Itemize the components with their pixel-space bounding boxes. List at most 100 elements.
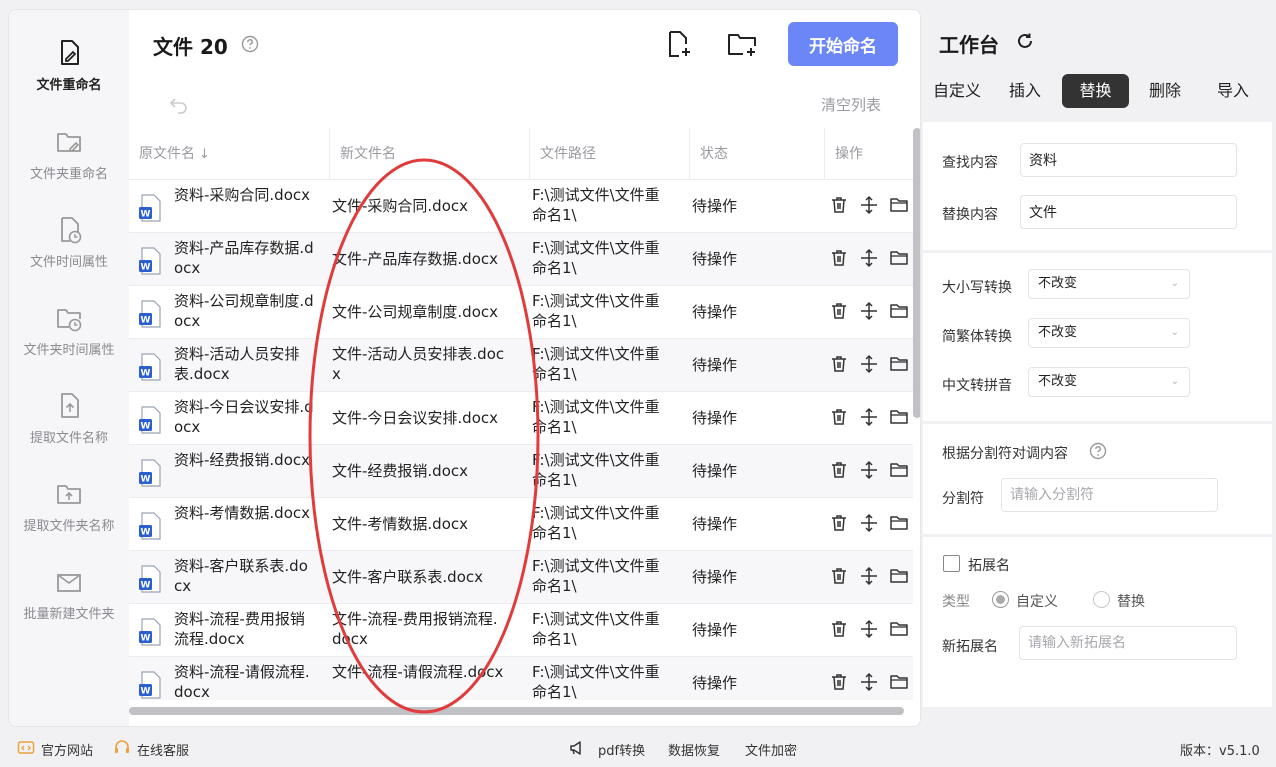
- delete-icon[interactable]: [829, 195, 849, 215]
- type-custom-radio[interactable]: [992, 591, 1009, 608]
- help-icon[interactable]: [241, 35, 259, 53]
- nav-item-folder-time[interactable]: 文件夹时间属性: [9, 303, 129, 383]
- data-recovery-link[interactable]: 数据恢复: [668, 740, 720, 759]
- nav-item-batch-new-folder[interactable]: 批量新建文件夹: [9, 567, 129, 647]
- extension-checkbox[interactable]: [943, 555, 960, 572]
- clear-list-button[interactable]: 清空列表: [821, 94, 881, 115]
- pinyin-select[interactable]: 不改变 ⌄: [1028, 367, 1190, 397]
- status-cell: 待操作: [692, 356, 738, 374]
- tab-custom[interactable]: 自定义: [927, 74, 987, 108]
- status-cell: 待操作: [692, 515, 738, 533]
- move-icon[interactable]: [859, 513, 879, 533]
- separator-input[interactable]: [1001, 478, 1218, 512]
- vertical-scrollbar[interactable]: [913, 128, 920, 418]
- status-cell: 待操作: [692, 568, 738, 586]
- nav-item-file-time[interactable]: 文件时间属性: [9, 215, 129, 295]
- svg-text:W: W: [141, 210, 151, 220]
- nav-item-extract-file-name[interactable]: 提取文件名称: [9, 391, 129, 471]
- tab-insert[interactable]: 插入: [995, 74, 1055, 108]
- open-folder-icon[interactable]: [889, 195, 909, 215]
- delete-icon[interactable]: [829, 354, 849, 374]
- start-rename-button[interactable]: 开始命名: [788, 22, 898, 66]
- delete-icon[interactable]: [829, 407, 849, 427]
- help-icon[interactable]: [1089, 442, 1107, 460]
- delete-icon[interactable]: [829, 460, 849, 480]
- find-label: 查找内容: [942, 155, 998, 171]
- separator-card: 根据分割符对调内容 分割符: [923, 424, 1272, 534]
- tab-delete[interactable]: 删除: [1135, 74, 1195, 108]
- path-cell: F:\测试文件\文件重命名1\: [532, 557, 660, 595]
- word-document-icon: W: [139, 194, 161, 222]
- sort-arrow-icon[interactable]: ↓: [199, 147, 210, 162]
- horizontal-scrollbar[interactable]: [129, 707, 904, 715]
- move-icon[interactable]: [859, 354, 879, 374]
- open-folder-icon[interactable]: [889, 566, 909, 586]
- move-icon[interactable]: [859, 672, 879, 692]
- delete-icon[interactable]: [829, 301, 849, 321]
- website-link[interactable]: 官方网站: [41, 740, 93, 759]
- file-encrypt-link[interactable]: 文件加密: [745, 740, 797, 759]
- delete-icon[interactable]: [829, 672, 849, 692]
- word-document-icon: W: [139, 671, 161, 699]
- move-icon[interactable]: [859, 619, 879, 639]
- open-folder-icon[interactable]: [889, 460, 909, 480]
- open-folder-icon[interactable]: [889, 619, 909, 639]
- path-cell: F:\测试文件\文件重命名1\: [532, 239, 660, 277]
- move-icon[interactable]: [859, 248, 879, 268]
- open-folder-icon[interactable]: [889, 407, 909, 427]
- tab-replace[interactable]: 替换: [1062, 74, 1129, 108]
- undo-icon[interactable]: [169, 94, 189, 114]
- tab-import[interactable]: 导入: [1203, 74, 1263, 108]
- open-folder-icon[interactable]: [889, 354, 909, 374]
- word-document-icon: W: [139, 300, 161, 328]
- move-icon[interactable]: [859, 407, 879, 427]
- status-cell: 待操作: [692, 303, 738, 321]
- left-nav: 文件重命名 文件夹重命名 文件时间属性 文件夹时间属性 提取文件名称 提取文件夹…: [9, 10, 129, 726]
- open-folder-icon[interactable]: [889, 248, 909, 268]
- table-row[interactable]: W 资料-流程-请假流程.docx 文件-流程-请假流程.docx F:\测试文件\文…: [129, 657, 913, 700]
- table-row[interactable]: W 资料-产品库存数据.docx 文件-产品库存数据.docx F:\测试文件\文件重…: [129, 233, 913, 286]
- move-icon[interactable]: [859, 195, 879, 215]
- path-cell: F:\测试文件\文件重命名1\: [532, 345, 660, 383]
- move-icon[interactable]: [859, 566, 879, 586]
- delete-icon[interactable]: [829, 513, 849, 533]
- path-cell: F:\测试文件\文件重命名1\: [532, 451, 660, 489]
- move-icon[interactable]: [859, 460, 879, 480]
- trad-select[interactable]: 不改变 ⌄: [1028, 318, 1190, 348]
- add-file-icon[interactable]: [663, 29, 693, 59]
- open-folder-icon[interactable]: [889, 513, 909, 533]
- add-folder-icon[interactable]: [726, 29, 758, 59]
- file-rename-icon: [61, 40, 79, 65]
- move-icon[interactable]: [859, 301, 879, 321]
- pdf-convert-link[interactable]: pdf转换: [598, 740, 645, 759]
- table-row[interactable]: W 资料-采购合同.docx 文件-采购合同.docx F:\测试文件\文件重命名1\…: [129, 180, 913, 233]
- svg-text:W: W: [141, 581, 151, 591]
- refresh-icon[interactable]: [1015, 32, 1035, 52]
- find-input[interactable]: [1020, 143, 1237, 177]
- table-row[interactable]: W 资料-今日会议安排.docx 文件-今日会议安排.docx F:\测试文件\文件重…: [129, 392, 913, 445]
- replace-input[interactable]: [1020, 195, 1237, 229]
- new-ext-input[interactable]: [1019, 626, 1237, 660]
- delete-icon[interactable]: [829, 248, 849, 268]
- delete-icon[interactable]: [829, 619, 849, 639]
- open-folder-icon[interactable]: [889, 672, 909, 692]
- table-row[interactable]: W 资料-公司规章制度.docx 文件-公司规章制度.docx F:\测试文件\文件重…: [129, 286, 913, 339]
- table-row[interactable]: W 资料-客户联系表.docx 文件-客户联系表.docx F:\测试文件\文件重命名…: [129, 551, 913, 604]
- table-row[interactable]: W 资料-活动人员安排表.docx 文件-活动人员安排表.docx F:\测试文件\文…: [129, 339, 913, 392]
- nav-item-folder-rename[interactable]: 文件夹重命名: [9, 127, 129, 207]
- nav-item-extract-folder-name[interactable]: 提取文件夹名称: [9, 479, 129, 559]
- table-row[interactable]: W 资料-考情数据.docx 文件-考情数据.docx F:\测试文件\文件重命名1\…: [129, 498, 913, 551]
- workbench-title: 工作台: [939, 33, 999, 57]
- type-replace-radio[interactable]: [1093, 591, 1110, 608]
- delete-icon[interactable]: [829, 566, 849, 586]
- table-row[interactable]: W 资料-流程-费用报销流程.docx 文件-流程-费用报销流程.docx F:\测试…: [129, 604, 913, 657]
- service-link[interactable]: 在线客服: [137, 740, 189, 759]
- table-row[interactable]: W 资料-经费报销.docx 文件-经费报销.docx F:\测试文件\文件重命名1\…: [129, 445, 913, 498]
- original-name-cell: 资料-流程-费用报销流程.docx: [174, 610, 305, 648]
- svg-text:W: W: [141, 369, 151, 379]
- column-original-name[interactable]: 原文件名 ↓: [129, 128, 329, 180]
- original-name-cell: 资料-采购合同.docx: [174, 186, 311, 204]
- open-folder-icon[interactable]: [889, 301, 909, 321]
- case-select[interactable]: 不改变 ⌄: [1028, 269, 1190, 299]
- nav-item-file-rename[interactable]: 文件重命名: [9, 38, 129, 118]
